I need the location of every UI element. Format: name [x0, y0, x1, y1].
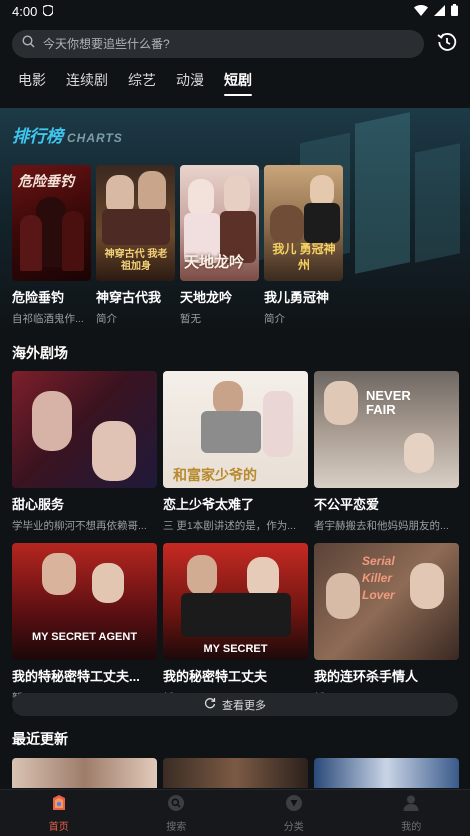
nav-home-label: 首页: [48, 821, 69, 833]
profile-icon: [402, 794, 420, 815]
ranking-title-cn: 排行榜: [12, 127, 63, 146]
signal-icon: [434, 4, 445, 19]
poster-caption: Serial Killer Lover: [362, 554, 395, 602]
ranking-card[interactable]: 危险垂钓 危险垂钓 自祁临酒鬼作...: [12, 165, 91, 326]
card-subtitle: 暂无: [180, 313, 201, 325]
poster-image: 天地龙吟: [180, 165, 259, 281]
notification-icon: [42, 3, 54, 19]
refresh-icon: [204, 697, 216, 712]
card-title: 不公平恋爱: [314, 497, 380, 512]
card-subtitle: 简介: [264, 313, 285, 325]
search-icon: [167, 794, 185, 815]
nav-profile[interactable]: 我的: [353, 790, 470, 836]
card-title: 神穿古代我: [96, 290, 162, 305]
card-title: 危险垂钓: [12, 290, 65, 305]
poster-image: MY SECRET: [163, 543, 308, 660]
poster-caption: MY SECRET: [203, 643, 268, 655]
card-title: 我儿勇冠神: [264, 290, 330, 305]
card-subtitle: 学毕业的柳河不想再依赖哥...: [12, 520, 147, 532]
search-icon: [22, 35, 35, 53]
overseas-card[interactable]: NEVER FAIR 不公平恋爱 者宇赫搬去和他妈妈朋友的...: [314, 371, 459, 533]
recent-section-title: 最近更新: [12, 731, 68, 747]
poster-caption: 神穿古代 我老祖加身: [104, 249, 168, 272]
card-subtitle: 三 更1本剧讲述的是，作为...: [163, 520, 297, 532]
card-subtitle: 自祁临酒鬼作...: [12, 313, 84, 325]
home-icon: [50, 794, 68, 815]
overseas-grid: 甜心服务 学毕业的柳河不想再依赖哥... 和富家少爷的 恋上少爷太难了 三 更1…: [12, 371, 459, 705]
poster-caption: MY SECRET AGENT: [31, 631, 138, 643]
poster-caption: NEVER FAIR: [366, 388, 411, 417]
poster-caption: 和富家少爷的: [173, 467, 257, 483]
card-title: 恋上少爷太难了: [163, 497, 255, 512]
tab-short-drama[interactable]: 短剧: [224, 70, 252, 96]
category-icon: [285, 794, 303, 815]
nav-profile-label: 我的: [401, 821, 422, 833]
history-button[interactable]: [436, 32, 458, 57]
bottom-nav: 首页 搜索 分类 我的: [0, 789, 470, 836]
poster-image: 神穿古代 我老祖加身: [96, 165, 175, 281]
ranking-title-en: CHARTS: [67, 131, 123, 145]
poster-image: MY SECRET AGENT: [12, 543, 157, 660]
clock: 4:00: [12, 3, 38, 19]
recent-card[interactable]: [12, 758, 157, 788]
poster-caption: 我儿 勇冠神州: [272, 242, 336, 272]
battery-icon: [451, 3, 458, 19]
poster-image: Serial Killer Lover: [314, 543, 459, 660]
recent-card[interactable]: [314, 758, 459, 788]
nav-home[interactable]: 首页: [0, 790, 118, 836]
recent-card[interactable]: [163, 758, 308, 788]
poster-image: [12, 371, 157, 488]
recent-list: [12, 758, 459, 788]
ranking-title: 排行榜 CHARTS: [12, 122, 123, 147]
ranking-card[interactable]: 我儿 勇冠神州 我儿勇冠神 简介: [264, 165, 343, 326]
nav-category-label: 分类: [283, 821, 304, 833]
card-subtitle: 者宇赫搬去和他妈妈朋友的...: [314, 520, 449, 532]
card-subtitle: 简介: [96, 313, 117, 325]
wifi-icon: [414, 4, 428, 19]
card-title: 我的秘密特工丈夫: [163, 669, 268, 684]
nav-search[interactable]: 搜索: [118, 790, 236, 836]
search-row: [12, 30, 458, 58]
poster-image: 危险垂钓: [12, 165, 91, 281]
history-icon: [437, 32, 457, 57]
poster-image: 我儿 勇冠神州: [264, 165, 343, 281]
card-title: 甜心服务: [12, 497, 65, 512]
overseas-card[interactable]: 和富家少爷的 恋上少爷太难了 三 更1本剧讲述的是，作为...: [163, 371, 308, 533]
card-title: 我的特秘密特工丈夫...: [12, 669, 140, 684]
tab-variety[interactable]: 综艺: [128, 70, 156, 96]
overseas-card[interactable]: MY SECRET 我的秘密特工丈夫 暂无: [163, 543, 308, 705]
ranking-card[interactable]: 天地龙吟 天地龙吟 暂无: [180, 165, 259, 326]
nav-search-label: 搜索: [166, 821, 187, 833]
search-bar[interactable]: [12, 30, 424, 58]
banner-decoration: [355, 112, 410, 274]
view-more-label: 查看更多: [222, 699, 266, 712]
view-more-button[interactable]: 查看更多: [12, 693, 458, 716]
poster-image: 和富家少爷的: [163, 371, 308, 488]
overseas-card[interactable]: 甜心服务 学毕业的柳河不想再依赖哥...: [12, 371, 157, 533]
card-title: 我的连环杀手情人: [314, 669, 419, 684]
category-tabs: 电影 连续剧 综艺 动漫 短剧: [18, 70, 252, 96]
overseas-card[interactable]: Serial Killer Lover 我的连环杀手情人 暂无: [314, 543, 459, 705]
status-bar: 4:00: [0, 0, 470, 22]
overseas-section-title: 海外剧场: [12, 345, 68, 361]
ranking-list: 危险垂钓 危险垂钓 自祁临酒鬼作... 神穿古代 我老祖加身 神穿古代我 简介 …: [12, 165, 343, 326]
search-input[interactable]: [43, 37, 414, 51]
tab-movie[interactable]: 电影: [18, 70, 46, 96]
overseas-card[interactable]: MY SECRET AGENT 我的特秘密特工丈夫... 暂无: [12, 543, 157, 705]
ranking-card[interactable]: 神穿古代 我老祖加身 神穿古代我 简介: [96, 165, 175, 326]
poster-caption: 危险垂钓: [18, 173, 74, 189]
nav-category[interactable]: 分类: [235, 790, 353, 836]
tab-series[interactable]: 连续剧: [66, 70, 108, 96]
card-title: 天地龙吟: [180, 290, 233, 305]
banner-decoration: [415, 143, 460, 263]
poster-image: NEVER FAIR: [314, 371, 459, 488]
poster-caption: 天地龙吟: [184, 254, 245, 271]
tab-anime[interactable]: 动漫: [176, 70, 204, 96]
